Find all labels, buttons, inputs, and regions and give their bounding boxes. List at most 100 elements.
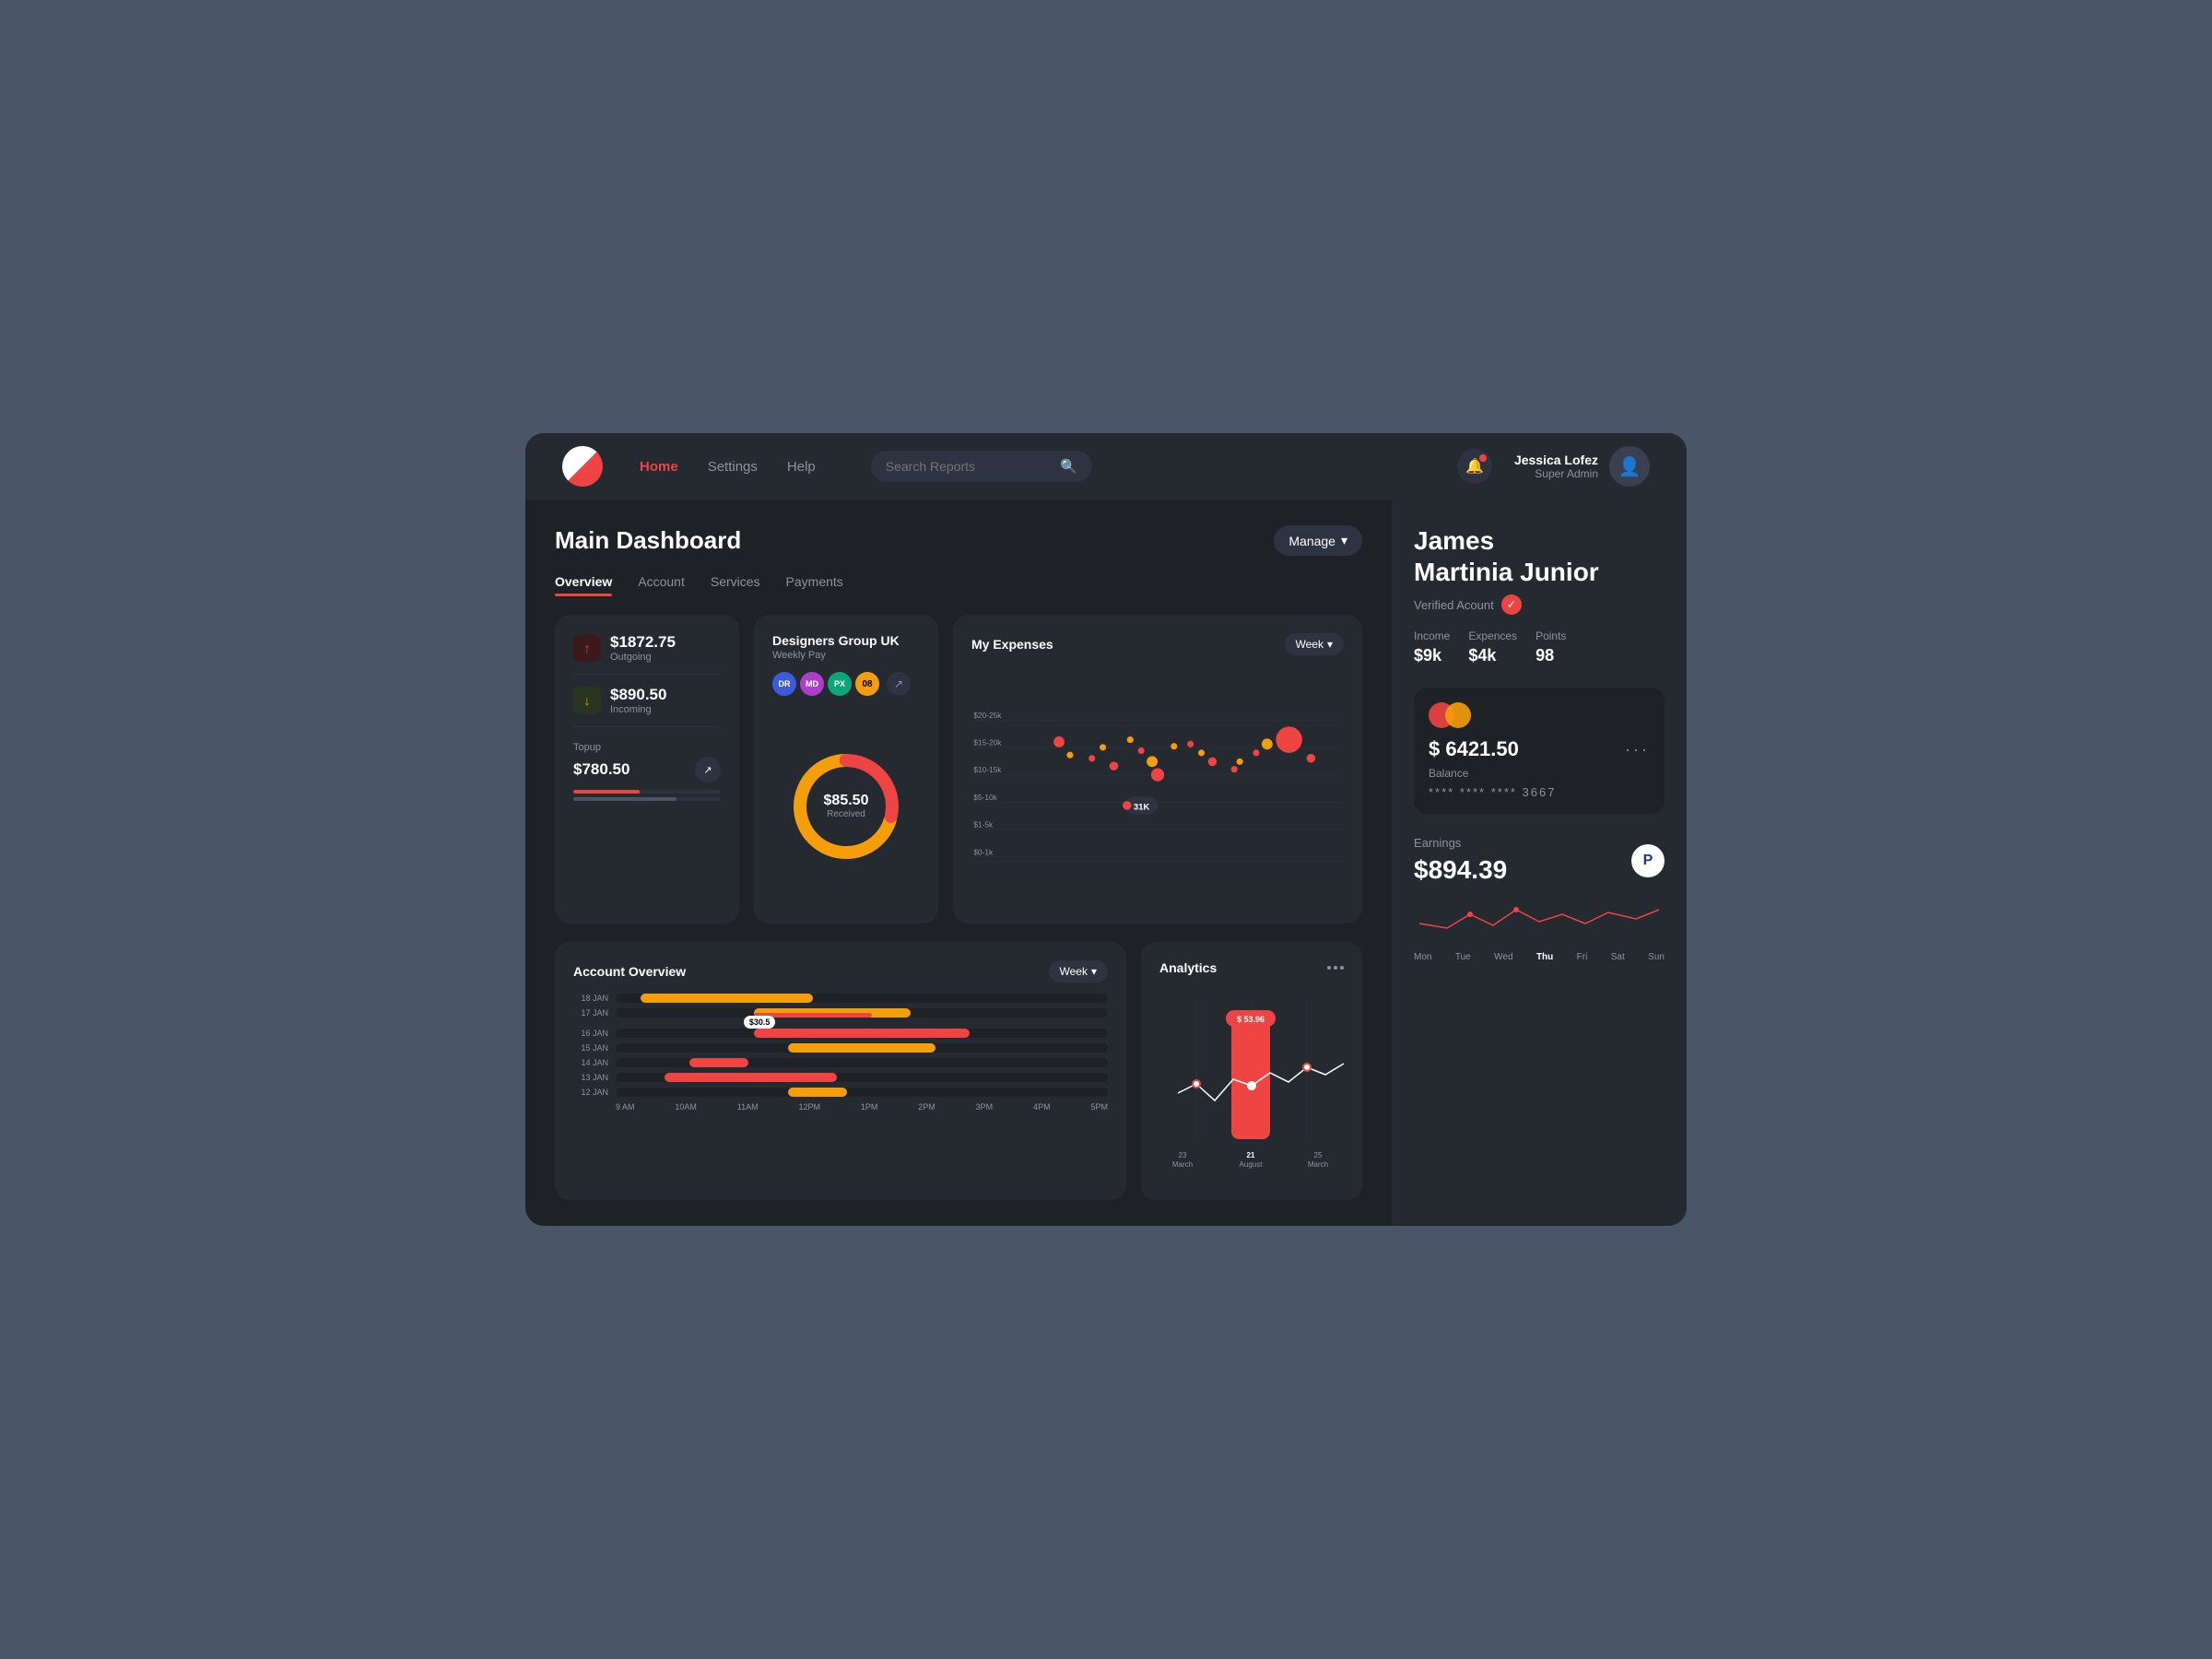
points-label: Points (1535, 629, 1566, 642)
search-input[interactable] (886, 459, 1053, 474)
gantt-chart: 18 JAN 17 JAN (573, 994, 1108, 1182)
svg-text:$1-5k: $1-5k (973, 820, 994, 830)
expenses-card: My Expenses Week ▾ (953, 615, 1362, 924)
account-week-selector[interactable]: Week ▾ (1049, 960, 1109, 982)
account-overview-header: Account Overview Week ▾ (573, 960, 1108, 982)
account-overview-card: Account Overview Week ▾ 18 JAN (555, 942, 1126, 1200)
nav-settings[interactable]: Settings (708, 459, 758, 475)
avatar-count: 08 (855, 672, 879, 696)
scatter-chart: $20-25k $15-20k $10-15k $5-10k $1-5k $0-… (971, 666, 1344, 905)
income-label: Income (1414, 629, 1450, 642)
divider (573, 674, 721, 675)
analytics-header: Analytics (1159, 960, 1344, 975)
tab-services[interactable]: Services (711, 574, 760, 596)
progress-bar-2 (573, 797, 721, 801)
svg-text:25: 25 (1314, 1151, 1323, 1159)
page-title: Main Dashboard (555, 526, 741, 555)
gantt-label: 13 JAN (573, 1073, 608, 1082)
manage-label: Manage (1288, 534, 1335, 548)
donut-amount: $85.50 (824, 793, 869, 809)
gantt-track (616, 1058, 1108, 1067)
gantt-bar (754, 1029, 971, 1038)
day-wed: Wed (1494, 952, 1512, 962)
outgoing-amount: $1872.75 (610, 633, 676, 652)
analytics-title: Analytics (1159, 960, 1217, 975)
paypal-icon: P (1631, 844, 1665, 877)
avatar-md: MD (800, 672, 824, 696)
chevron-down-icon: ▾ (1327, 638, 1333, 651)
time-label: 2PM (918, 1102, 935, 1112)
income-stat: Income $9k (1414, 629, 1450, 665)
nav-help[interactable]: Help (787, 459, 816, 475)
progress-fill (573, 790, 640, 794)
analytics-chart: $ 53.96 23 March 21 August (1159, 986, 1344, 1182)
time-label: 3PM (976, 1102, 994, 1112)
manage-button[interactable]: Manage ▾ (1274, 525, 1362, 556)
tab-overview[interactable]: Overview (555, 574, 612, 596)
outgoing-item: ↑ $1872.75 Outgoing (573, 633, 721, 663)
topup-button[interactable]: ↗ (695, 757, 721, 782)
verified-row: Verified Acount ✓ (1414, 594, 1665, 615)
gantt-row-16jan: 16 JAN (573, 1029, 1108, 1038)
time-label: 1PM (861, 1102, 878, 1112)
search-bar[interactable]: 🔍 (871, 451, 1092, 482)
account-overview-title: Account Overview (573, 964, 686, 979)
card-balance-label: Balance (1429, 767, 1650, 780)
outgoing-icon: ↑ (573, 634, 601, 662)
svg-text:$ 53.96: $ 53.96 (1237, 1015, 1265, 1024)
day-mon: Mon (1414, 952, 1431, 962)
app-container: Home Settings Help 🔍 🔔 Jessica Lofez Sup… (525, 433, 1687, 1226)
tab-payments[interactable]: Payments (786, 574, 843, 596)
incoming-label: Incoming (610, 704, 666, 715)
svg-text:23: 23 (1179, 1151, 1187, 1159)
svg-text:March: March (1308, 1160, 1328, 1169)
stats-row: Income $9k Expences $4k Points 98 (1414, 629, 1665, 665)
gantt-row-13jan: 13 JAN (573, 1073, 1108, 1082)
weekly-pay-card: Designers Group UK Weekly Pay DR MD PX 0… (754, 615, 938, 924)
week-selector[interactable]: Week ▾ (1285, 633, 1345, 655)
avatar-link[interactable]: ↗ (887, 672, 911, 696)
earnings-sparkline (1414, 896, 1665, 942)
svg-text:31K: 31K (1134, 803, 1150, 813)
more-options-button[interactable] (1327, 966, 1344, 970)
gantt-label: 18 JAN (573, 994, 608, 1003)
avatar-dr: DR (772, 672, 796, 696)
week-label: Week (1296, 638, 1324, 651)
cards-row-2: Account Overview Week ▾ 18 JAN (555, 942, 1362, 1200)
payment-card: $ 6421.50 ··· Balance **** **** **** 366… (1414, 688, 1665, 814)
gantt-track (616, 994, 1108, 1003)
weekly-card-subtitle: Weekly Pay (772, 650, 920, 661)
profile-name: JamesMartinia Junior (1414, 525, 1665, 587)
time-label: 11AM (737, 1102, 759, 1112)
points-stat: Points 98 (1535, 629, 1566, 665)
earnings-label: Earnings (1414, 836, 1507, 850)
avatar[interactable]: 👤 (1609, 446, 1650, 487)
card-more-button[interactable]: ··· (1625, 740, 1650, 759)
donut-chart: $85.50 Received (772, 707, 920, 905)
svg-text:$5-10k: $5-10k (973, 793, 997, 802)
main-nav: Home Settings Help (640, 459, 816, 475)
earnings-info: Earnings $894.39 (1414, 836, 1507, 885)
gantt-track (616, 1008, 1108, 1018)
card-balance: $ 6421.50 (1429, 737, 1519, 761)
notification-button[interactable]: 🔔 (1457, 449, 1492, 484)
search-icon: 🔍 (1060, 458, 1077, 475)
left-panel: Main Dashboard Manage ▾ Overview Account… (525, 500, 1392, 1226)
chevron-down-icon: ▾ (1341, 533, 1347, 548)
gantt-row-17jan: 17 JAN (573, 1008, 1108, 1018)
gantt-bar (689, 1058, 748, 1067)
header-right: 🔔 Jessica Lofez Super Admin 👤 (1457, 446, 1650, 487)
weekly-card-title: Designers Group UK (772, 633, 920, 648)
avatar-row: DR MD PX 08 ↗ (772, 672, 920, 696)
right-panel: JamesMartinia Junior Verified Acount ✓ I… (1392, 500, 1687, 1226)
svg-text:March: March (1172, 1160, 1193, 1169)
scatter-svg: $20-25k $15-20k $10-15k $5-10k $1-5k $0-… (971, 666, 1344, 905)
incoming-icon: ↓ (573, 687, 601, 714)
analytics-svg: $ 53.96 23 March 21 August (1159, 986, 1344, 1182)
progress-fill2 (573, 797, 677, 801)
time-label: 9 AM (616, 1102, 635, 1112)
gantt-bar (788, 1088, 847, 1097)
nav-home[interactable]: Home (640, 459, 678, 475)
dot (1334, 966, 1337, 970)
tab-account[interactable]: Account (638, 574, 685, 596)
